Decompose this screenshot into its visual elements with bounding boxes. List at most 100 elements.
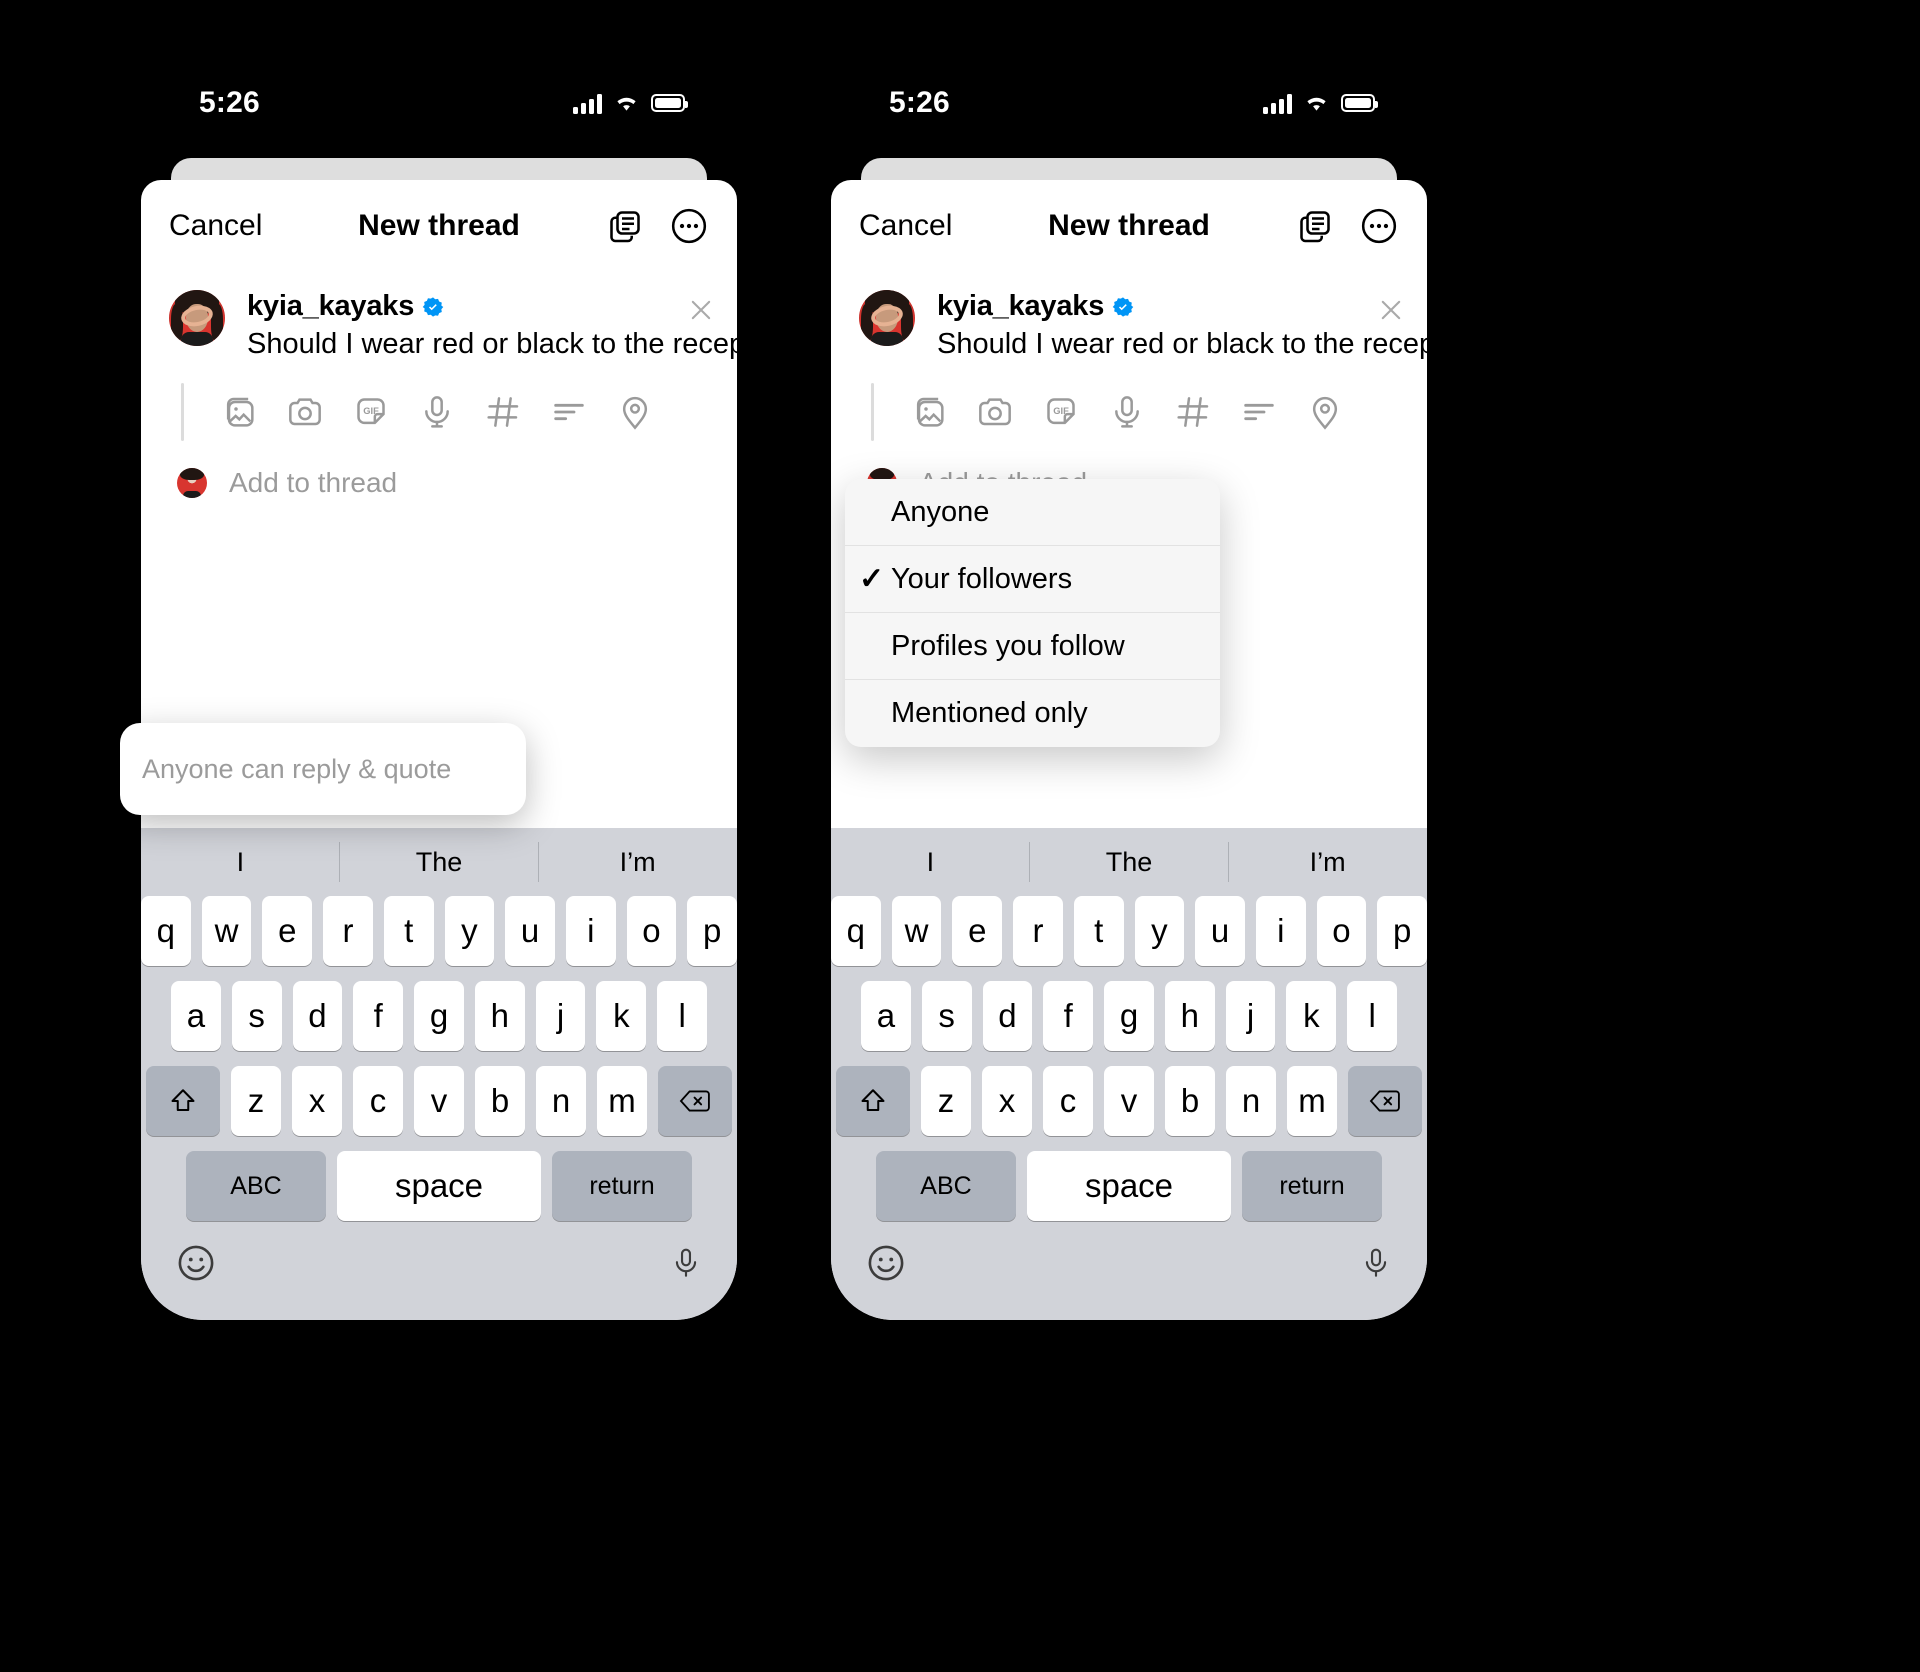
space-key[interactable]: space <box>1027 1151 1231 1221</box>
gif-icon[interactable]: GIF <box>338 386 404 438</box>
key-q[interactable]: q <box>831 896 881 966</box>
key-a[interactable]: a <box>860 981 911 1051</box>
emoji-icon[interactable] <box>175 1242 217 1284</box>
backspace-icon[interactable] <box>658 1066 732 1136</box>
hashtag-icon[interactable] <box>470 386 536 438</box>
key-k[interactable]: k <box>596 981 647 1051</box>
close-icon[interactable] <box>687 296 715 324</box>
key-f[interactable]: f <box>1043 981 1094 1051</box>
key-o[interactable]: o <box>1316 896 1367 966</box>
duplicate-icon[interactable] <box>1295 206 1335 246</box>
menu-item-your-followers[interactable]: ✓ Your followers <box>845 546 1220 613</box>
dictation-microphone-icon[interactable] <box>1359 1242 1393 1284</box>
duplicate-icon[interactable] <box>605 206 645 246</box>
key-l[interactable]: l <box>657 981 708 1051</box>
cancel-button[interactable]: Cancel <box>169 209 262 243</box>
gif-icon[interactable]: GIF <box>1028 386 1094 438</box>
key-o[interactable]: o <box>626 896 677 966</box>
suggestion-item[interactable]: I <box>141 847 340 878</box>
menu-item-anyone[interactable]: ✓ Anyone <box>845 479 1220 546</box>
photo-library-icon[interactable] <box>206 386 272 438</box>
key-v[interactable]: v <box>414 1066 464 1136</box>
menu-item-profiles-you-follow[interactable]: ✓ Profiles you follow <box>845 613 1220 680</box>
key-b[interactable]: b <box>1165 1066 1215 1136</box>
key-x[interactable]: x <box>982 1066 1032 1136</box>
key-g[interactable]: g <box>1104 981 1154 1051</box>
return-key[interactable]: return <box>1242 1151 1382 1221</box>
key-c[interactable]: c <box>353 1066 403 1136</box>
key-f[interactable]: f <box>353 981 404 1051</box>
key-v[interactable]: v <box>1104 1066 1154 1136</box>
key-a[interactable]: a <box>170 981 221 1051</box>
photo-library-icon[interactable] <box>896 386 962 438</box>
composer-text-field[interactable]: Should I wear red or black to the recept… <box>247 327 737 361</box>
suggestion-item[interactable]: I’m <box>1228 847 1427 878</box>
key-j[interactable]: j <box>535 981 586 1051</box>
key-q[interactable]: q <box>141 896 191 966</box>
key-p[interactable]: p <box>1377 896 1427 966</box>
abc-key[interactable]: ABC <box>876 1151 1016 1221</box>
key-n[interactable]: n <box>536 1066 586 1136</box>
close-icon[interactable] <box>1377 296 1405 324</box>
key-t[interactable]: t <box>1073 896 1124 966</box>
poll-icon[interactable] <box>1226 386 1292 438</box>
return-key[interactable]: return <box>552 1151 692 1221</box>
key-u[interactable]: u <box>1195 896 1245 966</box>
key-b[interactable]: b <box>475 1066 525 1136</box>
key-e[interactable]: e <box>952 896 1003 966</box>
key-r[interactable]: r <box>1013 896 1063 966</box>
key-i[interactable]: i <box>565 896 616 966</box>
microphone-icon[interactable] <box>404 386 470 438</box>
menu-item-mentioned-only[interactable]: ✓ Mentioned only <box>845 680 1220 747</box>
backspace-icon[interactable] <box>1348 1066 1422 1136</box>
composer-text-field[interactable]: Should I wear red or black to the recept… <box>937 327 1427 361</box>
key-d[interactable]: d <box>982 981 1033 1051</box>
key-n[interactable]: n <box>1226 1066 1276 1136</box>
hashtag-icon[interactable] <box>1160 386 1226 438</box>
key-z[interactable]: z <box>921 1066 971 1136</box>
key-p[interactable]: p <box>687 896 737 966</box>
key-h[interactable]: h <box>474 981 525 1051</box>
suggestion-item[interactable]: I’m <box>538 847 737 878</box>
key-s[interactable]: s <box>231 981 282 1051</box>
more-options-icon[interactable] <box>669 206 709 246</box>
key-k[interactable]: k <box>1286 981 1337 1051</box>
key-h[interactable]: h <box>1164 981 1215 1051</box>
dictation-microphone-icon[interactable] <box>669 1242 703 1284</box>
more-options-icon[interactable] <box>1359 206 1399 246</box>
suggestion-item[interactable]: The <box>1030 847 1229 878</box>
emoji-icon[interactable] <box>865 1242 907 1284</box>
key-y[interactable]: y <box>1134 896 1185 966</box>
abc-key[interactable]: ABC <box>186 1151 326 1221</box>
location-icon[interactable] <box>1292 386 1358 438</box>
camera-icon[interactable] <box>272 386 338 438</box>
space-key[interactable]: space <box>337 1151 541 1221</box>
key-c[interactable]: c <box>1043 1066 1093 1136</box>
audience-tooltip[interactable]: Anyone can reply & quote <box>120 723 526 815</box>
key-u[interactable]: u <box>505 896 555 966</box>
key-g[interactable]: g <box>414 981 464 1051</box>
shift-icon[interactable] <box>836 1066 910 1136</box>
key-t[interactable]: t <box>383 896 434 966</box>
shift-icon[interactable] <box>146 1066 220 1136</box>
key-l[interactable]: l <box>1347 981 1398 1051</box>
suggestion-item[interactable]: The <box>340 847 539 878</box>
key-s[interactable]: s <box>921 981 972 1051</box>
camera-icon[interactable] <box>962 386 1028 438</box>
key-z[interactable]: z <box>231 1066 281 1136</box>
key-y[interactable]: y <box>444 896 495 966</box>
add-to-thread-row[interactable]: Add to thread <box>141 441 737 499</box>
key-x[interactable]: x <box>292 1066 342 1136</box>
microphone-icon[interactable] <box>1094 386 1160 438</box>
key-w[interactable]: w <box>891 896 942 966</box>
suggestion-item[interactable]: I <box>831 847 1030 878</box>
key-i[interactable]: i <box>1255 896 1306 966</box>
key-m[interactable]: m <box>597 1066 647 1136</box>
poll-icon[interactable] <box>536 386 602 438</box>
key-j[interactable]: j <box>1225 981 1276 1051</box>
key-d[interactable]: d <box>292 981 343 1051</box>
key-m[interactable]: m <box>1287 1066 1337 1136</box>
key-e[interactable]: e <box>262 896 313 966</box>
location-icon[interactable] <box>602 386 668 438</box>
key-w[interactable]: w <box>201 896 252 966</box>
